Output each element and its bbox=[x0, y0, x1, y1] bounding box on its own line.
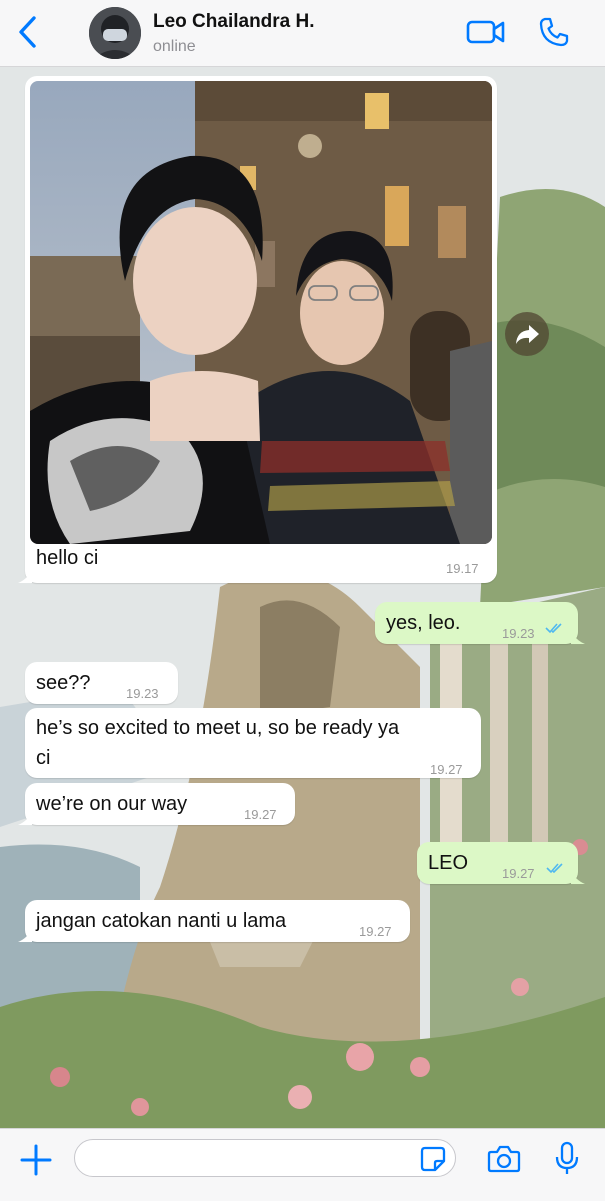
message-text-line: he’s so excited to meet u, so be ready y… bbox=[36, 717, 400, 739]
back-chevron-icon[interactable] bbox=[14, 14, 44, 50]
message-time: 19.27 bbox=[502, 866, 535, 881]
message-text: yes, leo. bbox=[386, 612, 461, 634]
outgoing-message-bubble[interactable]: yes, leo. 19.23 bbox=[375, 602, 585, 644]
contact-name[interactable]: Leo Chailandra H. bbox=[153, 11, 315, 33]
chat-header: Leo Chailandra H. online bbox=[0, 0, 605, 67]
plus-icon[interactable] bbox=[19, 1143, 53, 1177]
message-time: 19.17 bbox=[446, 561, 479, 576]
bubble-tail bbox=[18, 811, 32, 825]
incoming-message-bubble[interactable]: see?? 19.23 bbox=[25, 662, 178, 704]
outgoing-message-bubble[interactable]: LEO 19.27 bbox=[417, 842, 585, 884]
microphone-icon[interactable] bbox=[554, 1141, 580, 1177]
message-time: 19.27 bbox=[359, 924, 392, 939]
shared-photo[interactable] bbox=[30, 81, 492, 544]
sticker-icon[interactable] bbox=[420, 1146, 446, 1172]
contact-avatar[interactable] bbox=[89, 7, 141, 59]
bubble-tail bbox=[18, 928, 32, 942]
double-check-read-icon bbox=[546, 863, 563, 874]
camera-icon[interactable] bbox=[487, 1144, 521, 1174]
message-time: 19.23 bbox=[126, 686, 159, 701]
incoming-message-bubble[interactable]: he’s so excited to meet u, so be ready y… bbox=[25, 708, 481, 778]
contact-status: online bbox=[153, 38, 196, 55]
chat-area[interactable]: hello ci 19.17 yes, leo. 19.23 see?? 19.… bbox=[0, 67, 605, 1128]
composer-bar bbox=[0, 1128, 605, 1201]
message-time: 19.27 bbox=[430, 762, 463, 777]
double-check-read-icon bbox=[545, 623, 562, 634]
bubble-tail bbox=[571, 870, 585, 884]
incoming-message-bubble[interactable]: we’re on our way 19.27 bbox=[18, 783, 295, 825]
message-time: 19.27 bbox=[244, 807, 277, 822]
message-text: jangan catokan nanti u lama bbox=[36, 910, 287, 932]
photo-message-bubble[interactable]: hello ci 19.17 bbox=[18, 76, 497, 583]
bubble-tail bbox=[571, 630, 585, 644]
message-time: 19.23 bbox=[502, 626, 535, 641]
message-input[interactable] bbox=[74, 1139, 456, 1177]
photo-caption: hello ci bbox=[36, 547, 99, 569]
phone-call-icon[interactable] bbox=[538, 16, 570, 48]
bubble-tail bbox=[18, 569, 32, 583]
forward-icon[interactable] bbox=[505, 312, 549, 356]
incoming-message-bubble[interactable]: jangan catokan nanti u lama 19.27 bbox=[18, 900, 410, 942]
message-text-line: ci bbox=[36, 747, 51, 769]
video-call-icon[interactable] bbox=[466, 18, 506, 46]
